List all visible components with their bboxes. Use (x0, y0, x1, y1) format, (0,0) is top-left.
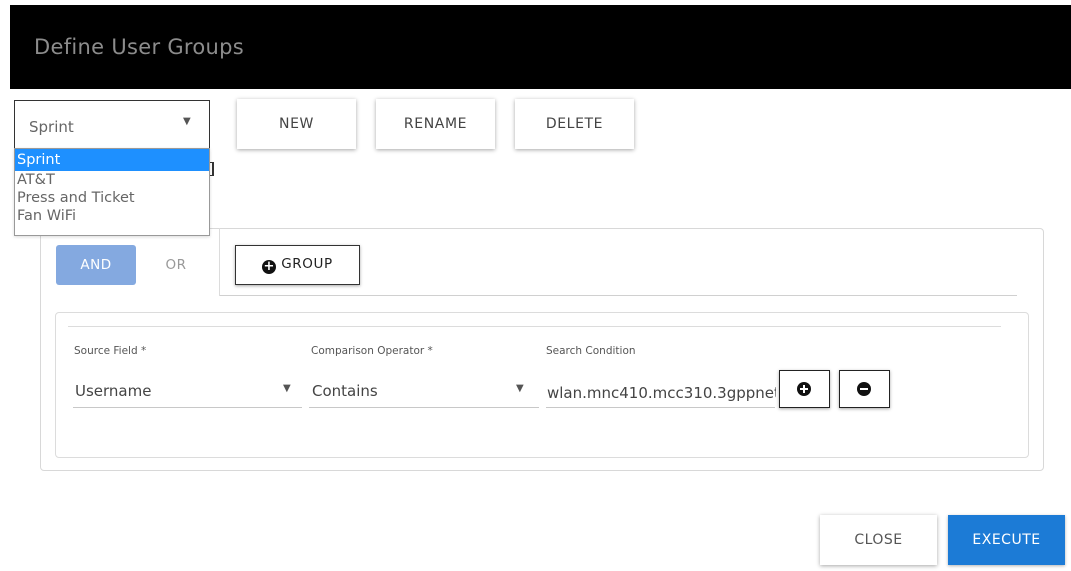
remove-condition-button[interactable] (839, 370, 890, 408)
source-field-underline (73, 407, 302, 408)
option-sprint[interactable]: Sprint (15, 149, 209, 171)
group-header-divider (220, 295, 1017, 296)
caret-down-icon: ▼ (283, 383, 291, 394)
add-group-label: GROUP (281, 256, 333, 272)
plus-circle-icon (797, 382, 811, 396)
search-condition-underline (546, 407, 775, 408)
execute-button[interactable]: EXECUTE (948, 515, 1065, 565)
user-group-select[interactable]: Sprint ▼ (14, 100, 210, 149)
caret-down-icon: ▼ (183, 116, 191, 127)
source-field-select[interactable]: Username (75, 382, 265, 400)
delete-button[interactable]: DELETE (515, 99, 634, 149)
dialog-titlebar: Define User Groups (10, 5, 1071, 89)
user-group-options: Sprint AT&T Press and Ticket Fan WiFi (14, 148, 210, 236)
user-group-select-value: Sprint (29, 118, 74, 136)
rule-card-divider (68, 326, 1001, 327)
source-field-label: Source Field * (74, 345, 147, 357)
close-button[interactable]: CLOSE (820, 515, 937, 565)
comparison-operator-select[interactable]: Contains (312, 382, 502, 400)
rename-button[interactable]: RENAME (376, 99, 495, 149)
plus-circle-icon: + (262, 259, 277, 274)
option-press-and-ticket[interactable]: Press and Ticket (15, 189, 209, 207)
and-toggle[interactable]: AND (56, 245, 136, 285)
logic-divider (219, 228, 220, 296)
caret-down-icon: ▼ (516, 383, 524, 394)
option-att[interactable]: AT&T (15, 171, 209, 189)
new-button[interactable]: NEW (237, 99, 356, 149)
dialog-title: Define User Groups (34, 35, 245, 59)
comparison-operator-label: Comparison Operator * (311, 345, 433, 357)
search-condition-input[interactable] (547, 380, 776, 406)
comparison-operator-underline (309, 407, 539, 408)
minus-circle-icon (857, 382, 871, 396)
option-fan-wifi[interactable]: Fan WiFi (15, 207, 209, 225)
search-condition-label: Search Condition (546, 345, 636, 357)
add-group-button[interactable]: + GROUP (235, 245, 360, 285)
or-toggle[interactable]: OR (146, 245, 206, 285)
add-condition-button[interactable] (779, 370, 830, 408)
